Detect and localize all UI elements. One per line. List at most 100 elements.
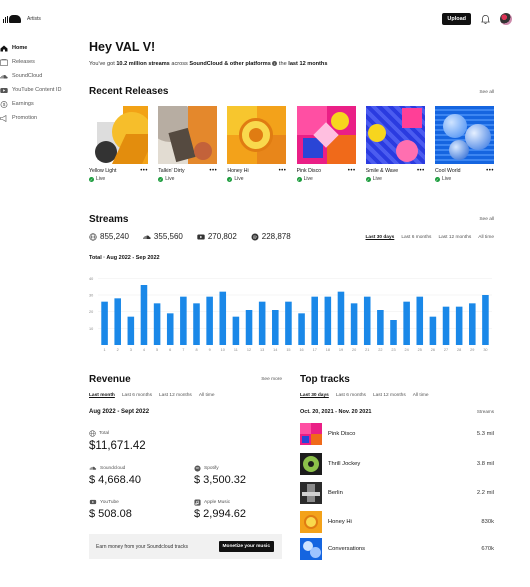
- release-title[interactable]: Honey Hi: [227, 168, 248, 174]
- chart-bar[interactable]: [114, 298, 121, 345]
- revenue-total-value: $11,671.42: [89, 440, 146, 452]
- release-card[interactable]: Honey Hi ••• ✓ Live: [227, 106, 287, 182]
- revenue-see-more-link[interactable]: See more: [261, 377, 282, 382]
- chart-bar[interactable]: [285, 301, 292, 345]
- tab-last-30-days[interactable]: Last 30 days: [300, 393, 329, 398]
- chart-bar[interactable]: [324, 296, 332, 345]
- release-card[interactable]: Cool World ••• ✓ Live: [434, 106, 494, 182]
- tab-last-12-months[interactable]: Last 12 months: [373, 393, 406, 398]
- chart-bar[interactable]: [166, 313, 174, 345]
- tab-last-12-months[interactable]: Last 12 months: [438, 235, 471, 240]
- chart-bar[interactable]: [442, 306, 450, 345]
- tab-last-30-days[interactable]: Last 30 days: [366, 235, 395, 240]
- tab-last-6-months[interactable]: Last 6 months: [336, 393, 366, 398]
- bell-icon[interactable]: [480, 14, 491, 25]
- chart-bar[interactable]: [455, 306, 463, 345]
- release-title[interactable]: Yellow Light: [89, 168, 117, 174]
- release-cover-art[interactable]: [365, 106, 425, 164]
- sidebar-item-soundcloud[interactable]: SoundCloud: [0, 69, 80, 83]
- upload-button[interactable]: Upload: [442, 13, 471, 25]
- tab-all-time[interactable]: All time: [199, 393, 215, 398]
- release-cover-art[interactable]: [227, 106, 287, 164]
- chart-bar[interactable]: [272, 310, 279, 345]
- monetize-banner: Earn money from your Soundcloud tracks M…: [89, 534, 282, 559]
- soundcloud-logo[interactable]: Artists: [3, 14, 41, 23]
- tab-last-6-months[interactable]: Last 6 months: [401, 235, 431, 240]
- sidebar-item-releases[interactable]: Releases: [0, 55, 80, 69]
- release-title[interactable]: Smile & Wave: [366, 168, 398, 174]
- release-title[interactable]: Cool World: [435, 168, 461, 174]
- sidebar-item-earnings[interactable]: $ Earnings: [0, 97, 80, 111]
- chart-bar[interactable]: [363, 296, 371, 345]
- chart-bar[interactable]: [206, 296, 213, 345]
- monetize-button[interactable]: Monetize your music: [218, 541, 274, 552]
- chart-bar[interactable]: [429, 316, 437, 345]
- chart-bar[interactable]: [390, 320, 397, 345]
- revenue-source-value: $ 3,500.32: [194, 474, 246, 486]
- release-cover-art[interactable]: [434, 106, 494, 164]
- chart-bar[interactable]: [180, 296, 187, 345]
- logo-label: Artists: [27, 15, 41, 22]
- sidebar-item-promotion[interactable]: Promotion: [0, 111, 80, 125]
- sidebar-item-label: Promotion: [12, 115, 38, 121]
- chart-bar[interactable]: [403, 301, 410, 345]
- tab-all-time[interactable]: All time: [478, 235, 494, 240]
- avatar[interactable]: [500, 13, 512, 25]
- chart-bar[interactable]: [416, 296, 424, 345]
- chart-bar[interactable]: [245, 310, 253, 345]
- revenue-date-range: Aug 2022 - Sept 2022: [89, 409, 150, 415]
- chart-bar[interactable]: [127, 316, 135, 345]
- x-tick-label: 15: [286, 348, 290, 352]
- release-card[interactable]: Smile & Wave ••• ✓ Live: [365, 106, 425, 182]
- revenue-source-label: Soundcloud: [89, 465, 125, 471]
- track-row[interactable]: Thrill Jockey 3.8 mil: [300, 452, 494, 476]
- tab-last-month[interactable]: Last month: [89, 393, 115, 398]
- chart-bar[interactable]: [469, 303, 476, 345]
- more-options-button[interactable]: •••: [209, 168, 217, 174]
- release-card[interactable]: Talkin' Dirty ••• ✓ Live: [158, 106, 218, 182]
- x-tick-label: 24: [405, 348, 409, 352]
- releases-see-all-link[interactable]: See all: [479, 90, 494, 95]
- track-row[interactable]: Berlin 2.2 mil: [300, 481, 494, 505]
- sidebar-item-youtube[interactable]: YouTube Content ID: [0, 83, 80, 97]
- tab-last-6-months[interactable]: Last 6 months: [122, 393, 152, 398]
- release-cover-art[interactable]: [89, 106, 148, 164]
- release-card[interactable]: Pink Disco ••• ✓ Live: [296, 106, 356, 182]
- sidebar-item-home[interactable]: Home: [0, 41, 80, 55]
- sidebar-item-label: Earnings: [12, 101, 34, 107]
- streams-see-all-link[interactable]: See all: [479, 217, 494, 222]
- release-title[interactable]: Pink Disco: [297, 168, 322, 174]
- more-options-button[interactable]: •••: [417, 168, 425, 174]
- chart-bar[interactable]: [258, 301, 266, 345]
- chart-bar[interactable]: [311, 296, 318, 345]
- more-options-button[interactable]: •••: [140, 168, 148, 174]
- more-options-button[interactable]: •••: [486, 168, 494, 174]
- chart-bar[interactable]: [377, 310, 384, 345]
- chart-bar[interactable]: [337, 291, 345, 345]
- chart-bar[interactable]: [482, 295, 489, 345]
- release-title[interactable]: Talkin' Dirty: [158, 168, 184, 174]
- release-cover-art[interactable]: [158, 106, 218, 164]
- tab-last-12-months[interactable]: Last 12 months: [159, 393, 192, 398]
- chart-bar[interactable]: [153, 303, 161, 345]
- chart-bar[interactable]: [232, 316, 240, 345]
- tab-all-time[interactable]: All time: [413, 393, 429, 398]
- x-tick-label: 8: [195, 348, 197, 352]
- chart-bar[interactable]: [298, 313, 305, 345]
- release-cover-art[interactable]: [296, 106, 356, 164]
- chart-bar[interactable]: [219, 291, 227, 345]
- more-options-button[interactable]: •••: [348, 168, 356, 174]
- chart-bar[interactable]: [350, 303, 358, 345]
- release-card[interactable]: Yellow Light ••• ✓ Live: [89, 106, 148, 182]
- chart-bar[interactable]: [140, 285, 148, 345]
- top-tracks-header: Oct. 20, 2021 - Nov. 20 2021 Streams: [300, 409, 494, 415]
- more-options-button[interactable]: •••: [279, 168, 287, 174]
- track-row[interactable]: Honey Hi 830k: [300, 510, 494, 534]
- x-tick-label: 29: [470, 348, 474, 352]
- chart-bar[interactable]: [101, 301, 108, 345]
- track-row[interactable]: Conversations 670k: [300, 537, 494, 561]
- y-tick-label: 40: [89, 277, 93, 281]
- stat-total: 855,240: [89, 232, 129, 241]
- chart-bar[interactable]: [193, 303, 200, 345]
- track-row[interactable]: Pink Disco 5.3 mil: [300, 422, 494, 446]
